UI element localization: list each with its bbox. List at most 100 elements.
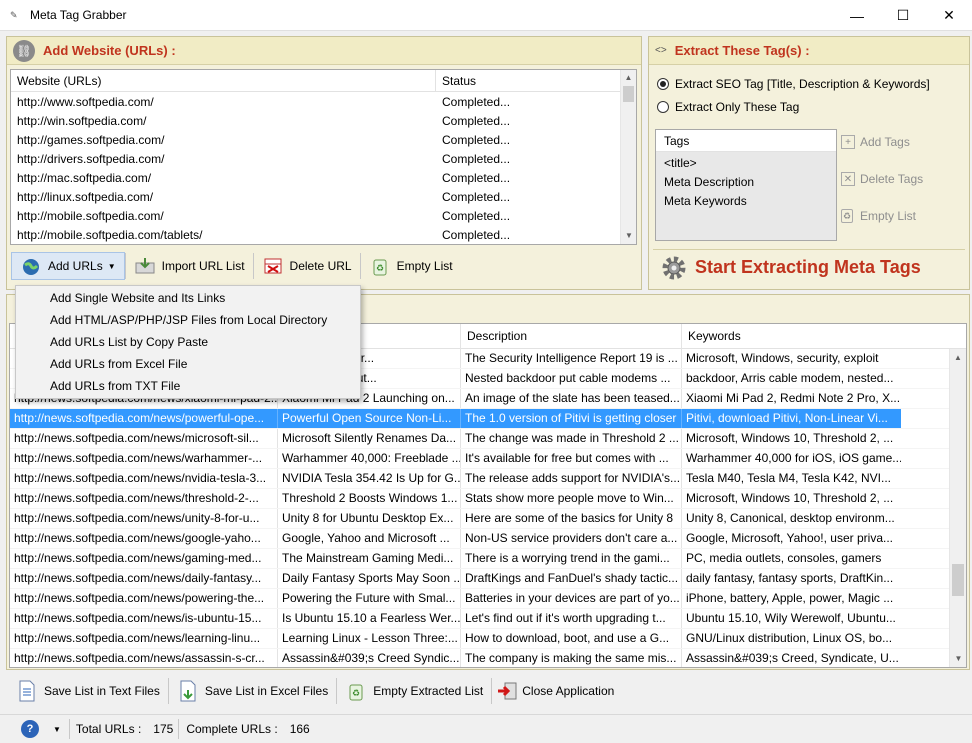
tag-item[interactable]: Meta Keywords xyxy=(656,192,836,211)
url-list[interactable]: Website (URLs) Status http://www.softped… xyxy=(10,69,637,245)
result-row[interactable]: http://news.softpedia.com/news/powerful-… xyxy=(10,409,966,429)
url-row[interactable]: http://mobile.softpedia.com/tablets/Comp… xyxy=(11,225,636,244)
result-row[interactable]: http://news.softpedia.com/news/learning-… xyxy=(10,629,966,649)
text-file-icon xyxy=(16,680,38,702)
description-cell: Stats show more people move to Win... xyxy=(461,489,682,508)
url-cell: http://drivers.softpedia.com/ xyxy=(17,151,165,166)
description-cell: Non-US service providers don't care a... xyxy=(461,529,682,548)
radio-selected-icon xyxy=(657,78,669,90)
title-cell: Learning Linux - Lesson Three:... xyxy=(278,629,461,648)
column-description[interactable]: Description xyxy=(461,324,682,349)
url-cell: http://linux.softpedia.com/ xyxy=(17,189,154,204)
result-row[interactable]: http://news.softpedia.com/news/unity-8-f… xyxy=(10,509,966,529)
tags-list[interactable]: Tags <title> Meta Description Meta Keyword… xyxy=(655,129,837,241)
help-dropdown-icon[interactable]: ▼ xyxy=(53,725,61,734)
add-urls-button[interactable]: Add URLs ▼ xyxy=(11,252,125,280)
url-row[interactable]: http://games.softpedia.com/Completed... xyxy=(11,130,636,149)
scroll-thumb[interactable] xyxy=(623,86,634,102)
result-row[interactable]: http://news.softpedia.com/news/gaming-me… xyxy=(10,549,966,569)
maximize-button[interactable]: ☐ xyxy=(880,0,926,31)
add-website-title: Add Website (URLs) : xyxy=(43,43,176,58)
result-row[interactable]: http://news.softpedia.com/news/google-ya… xyxy=(10,529,966,549)
description-cell: The company is making the same mis... xyxy=(461,649,682,667)
keywords-cell: Unity 8, Canonical, desktop environm... xyxy=(686,511,895,525)
keywords-cell: Microsoft, Windows, security, exploit xyxy=(686,351,879,365)
url-row[interactable]: http://www.softpedia.com/Completed... xyxy=(11,92,636,111)
add-tags-button[interactable]: + Add Tags xyxy=(841,135,910,149)
scroll-down-icon[interactable]: ▼ xyxy=(950,650,966,667)
scroll-up-icon[interactable]: ▲ xyxy=(621,70,636,86)
url-row[interactable]: http://mac.softpedia.com/Completed... xyxy=(11,168,636,187)
url-list-header: Website (URLs) Status xyxy=(11,70,636,92)
scroll-down-icon[interactable]: ▼ xyxy=(621,228,636,244)
result-row[interactable]: http://news.softpedia.com/news/nvidia-te… xyxy=(10,469,966,489)
keywords-cell: backdoor, Arris cable modem, nested... xyxy=(686,371,894,385)
keywords-cell: PC, media outlets, consoles, gamers xyxy=(686,551,882,565)
description-cell: DraftKings and FanDuel's shady tactic... xyxy=(461,569,682,588)
url-list-scrollbar[interactable]: ▲ ▼ xyxy=(620,70,636,244)
empty-extracted-button[interactable]: ♻ Empty Extracted List xyxy=(337,677,491,705)
svg-text:♻: ♻ xyxy=(352,688,360,698)
close-button[interactable]: ✕ xyxy=(926,0,972,31)
result-row[interactable]: http://news.softpedia.com/news/threshold… xyxy=(10,489,966,509)
result-row[interactable]: http://news.softpedia.com/news/microsoft… xyxy=(10,429,966,449)
url-row[interactable]: http://drivers.softpedia.com/Completed..… xyxy=(11,149,636,168)
tag-item[interactable]: Meta Description xyxy=(656,173,836,192)
keywords-cell: Xiaomi Mi Pad 2, Redmi Note 2 Pro, X... xyxy=(686,391,901,405)
radio-extract-only[interactable]: Extract Only These Tag xyxy=(657,100,799,114)
url-row[interactable]: http://linux.softpedia.com/Completed... xyxy=(11,187,636,206)
description-cell: Let's find out if it's worth upgrading t… xyxy=(461,609,682,628)
menu-item[interactable]: Add URLs from Excel File xyxy=(16,353,360,375)
gear-icon xyxy=(659,253,689,283)
url-row[interactable]: http://win.softpedia.com/Completed... xyxy=(11,111,636,130)
result-row[interactable]: http://news.softpedia.com/news/powering-… xyxy=(10,589,966,609)
empty-list-button[interactable]: ♻ Empty List xyxy=(361,252,461,280)
radio-unselected-icon xyxy=(657,101,669,113)
result-row[interactable]: http://news.softpedia.com/news/is-ubuntu… xyxy=(10,609,966,629)
keywords-cell: Tesla M40, Tesla M4, Tesla K42, NVI... xyxy=(686,471,891,485)
delete-url-button[interactable]: Delete URL xyxy=(254,252,360,280)
description-cell: An image of the slate has been teased... xyxy=(461,389,682,408)
scroll-up-icon[interactable]: ▲ xyxy=(950,349,966,366)
results-scrollbar[interactable]: ▲ ▼ xyxy=(949,349,966,667)
menu-item[interactable]: Add HTML/ASP/PHP/JSP Files from Local Di… xyxy=(16,309,360,331)
result-row[interactable]: http://news.softpedia.com/news/daily-fan… xyxy=(10,569,966,589)
column-status[interactable]: Status xyxy=(436,70,621,92)
empty-list-label: Empty List xyxy=(396,259,453,273)
save-text-button[interactable]: Save List in Text Files xyxy=(8,677,168,705)
menu-item[interactable]: Add URLs from TXT File xyxy=(16,375,360,397)
title-cell: The Mainstream Gaming Medi... xyxy=(278,549,461,568)
tag-item[interactable]: <title> xyxy=(656,154,836,173)
help-icon[interactable]: ? xyxy=(21,720,39,738)
save-excel-button[interactable]: Save List in Excel Files xyxy=(169,677,336,705)
url-row[interactable]: http://mobile.softpedia.com/Completed... xyxy=(11,206,636,225)
delete-tags-button[interactable]: ✕ Delete Tags xyxy=(841,172,923,186)
empty-tags-button[interactable]: ♻ Empty List xyxy=(841,209,916,223)
result-row[interactable]: http://news.softpedia.com/news/assassin-… xyxy=(10,649,966,667)
title-cell: Assassin&#039;s Creed Syndic... xyxy=(278,649,461,667)
column-keywords[interactable]: Keywords xyxy=(682,324,901,349)
start-extracting-button[interactable]: Start Extracting Meta Tags xyxy=(653,249,965,285)
close-application-button[interactable]: Close Application xyxy=(492,677,622,705)
app-icon: ✎ xyxy=(10,10,18,20)
column-website[interactable]: Website (URLs) xyxy=(11,70,436,92)
delete-table-icon xyxy=(262,255,284,277)
title-cell: Threshold 2 Boosts Windows 1... xyxy=(278,489,461,508)
url-cell: http://news.softpedia.com/news/is-ubuntu… xyxy=(10,609,278,628)
add-urls-label: Add URLs xyxy=(48,259,103,273)
menu-item[interactable]: Add URLs List by Copy Paste xyxy=(16,331,360,353)
scroll-thumb[interactable] xyxy=(952,564,964,596)
url-cell: http://news.softpedia.com/news/google-ya… xyxy=(10,529,278,548)
result-row[interactable]: http://news.softpedia.com/news/warhammer… xyxy=(10,449,966,469)
import-url-list-button[interactable]: Import URL List xyxy=(126,252,253,280)
description-cell: Here are some of the basics for Unity 8 xyxy=(461,509,682,528)
recycle-bin-icon: ♻ xyxy=(345,680,367,702)
radio-extract-seo[interactable]: Extract SEO Tag [Title, Description & Ke… xyxy=(657,77,930,91)
save-text-label: Save List in Text Files xyxy=(44,684,160,698)
status-cell: Completed... xyxy=(442,94,511,109)
title-cell: Is Ubuntu 15.10 a Fearless Wer... xyxy=(278,609,461,628)
description-cell: There is a worrying trend in the gami... xyxy=(461,549,682,568)
url-cell: http://news.softpedia.com/news/gaming-me… xyxy=(10,549,278,568)
minimize-button[interactable]: — xyxy=(834,0,880,31)
menu-item[interactable]: Add Single Website and Its Links xyxy=(16,287,360,309)
